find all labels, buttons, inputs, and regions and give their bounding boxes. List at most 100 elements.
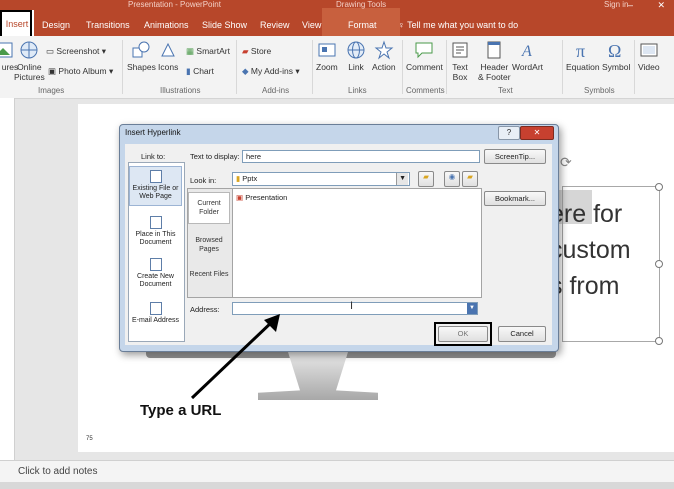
photo-album-button[interactable]: ▣ Photo Album ▾ — [48, 66, 113, 77]
browsed-pages-item[interactable]: Browsed Pages — [188, 236, 230, 254]
email-icon — [149, 302, 162, 315]
icons-button[interactable]: Icons — [158, 40, 178, 72]
comment-button[interactable]: Comment — [406, 40, 443, 72]
file-list[interactable] — [232, 188, 482, 298]
zoom-icon — [318, 43, 336, 57]
link-to-item-label: Existing File or Web Page — [132, 185, 179, 200]
tab-transitions[interactable]: Transitions — [86, 20, 130, 30]
new-document-icon — [149, 258, 162, 271]
comment-icon — [415, 42, 433, 59]
icons-icon — [161, 42, 175, 57]
folder-icon: ▮ — [236, 174, 241, 183]
header-footer-label: Header & Footer — [478, 62, 511, 82]
link-to-email[interactable]: E-mail Address — [129, 302, 182, 325]
web-page-icon — [149, 170, 162, 183]
link-to-place-in-document[interactable]: Place in This Document — [129, 216, 182, 247]
browse-file-button[interactable]: ▰ — [462, 171, 478, 187]
zoom-label: Zoom — [316, 62, 338, 72]
sign-in-link[interactable]: Sign in — [604, 0, 628, 9]
zoom-button[interactable]: Zoom — [316, 40, 338, 72]
my-addins-icon: ◆ — [242, 66, 249, 76]
resize-handle[interactable] — [655, 183, 663, 191]
store-button[interactable]: ▰ Store — [242, 46, 271, 57]
header-footer-icon — [487, 41, 501, 59]
omega-symbol-icon: Ω — [608, 41, 621, 60]
help-button[interactable]: ? — [498, 126, 520, 140]
photo-album-label: Photo Album — [58, 66, 107, 76]
text-box-icon — [452, 42, 468, 58]
equation-button[interactable]: π Equation — [566, 40, 600, 72]
group-add-ins: Add-ins — [262, 86, 290, 95]
ok-button-highlight — [434, 322, 492, 346]
slide-text-line: custom — [550, 236, 631, 264]
tab-design[interactable]: Design — [42, 20, 70, 30]
link-button[interactable]: Link — [346, 40, 366, 72]
look-in-value: Pptx — [242, 174, 258, 183]
smartart-icon: ▦ — [186, 46, 195, 56]
tab-view[interactable]: View — [302, 20, 321, 30]
symbol-button[interactable]: Ω Symbol — [602, 40, 630, 72]
video-button[interactable]: Video — [638, 40, 660, 72]
action-star-icon — [374, 40, 394, 60]
look-in-dropdown[interactable]: ▮ Pptx ▼ — [232, 172, 410, 186]
online-pictures-button[interactable]: Online Pictures — [14, 40, 45, 82]
shapes-icon — [132, 41, 150, 58]
online-pictures-icon — [20, 41, 38, 59]
header-footer-button[interactable]: Header & Footer — [478, 40, 511, 82]
slide-thumbnail-pane[interactable] — [0, 98, 15, 460]
window-controls[interactable]: – ✕ — [628, 0, 665, 11]
file-item[interactable]: ▣ Presentation — [236, 193, 287, 202]
close-icon[interactable]: ✕ — [658, 0, 666, 10]
current-folder-item[interactable]: Current Folder — [188, 192, 230, 224]
link-to-existing-file[interactable]: Existing File or Web Page — [129, 166, 182, 206]
wordart-button[interactable]: A WordArt — [512, 40, 543, 72]
ribbon-separator — [402, 40, 403, 94]
screentip-button[interactable]: ScreenTip... — [484, 149, 546, 164]
chart-icon: ▮ — [186, 66, 191, 76]
symbol-label: Symbol — [602, 62, 631, 72]
my-addins-button[interactable]: ◆ My Add-ins ▾ — [242, 66, 300, 77]
link-to-label: Link to: — [141, 152, 166, 161]
group-comments: Comments — [406, 86, 445, 95]
chevron-down-icon[interactable]: ▼ — [467, 303, 477, 314]
video-label: Video — [638, 62, 660, 72]
chart-label: Chart — [193, 66, 214, 76]
browse-web-button[interactable]: ◉ — [444, 171, 460, 187]
notes-pane[interactable] — [0, 460, 674, 483]
minimize-icon[interactable]: – — [628, 0, 633, 10]
tab-review[interactable]: Review — [260, 20, 290, 30]
resize-handle[interactable] — [655, 337, 663, 345]
rotate-handle-icon[interactable]: ⟳ — [560, 154, 572, 171]
tab-format[interactable]: Format — [348, 20, 377, 30]
text-to-display-input[interactable]: here — [242, 150, 480, 163]
context-group-label: Drawing Tools — [336, 0, 387, 9]
document-place-icon — [149, 216, 162, 229]
group-illustrations: Illustrations — [160, 86, 201, 95]
cancel-button[interactable]: Cancel — [498, 326, 546, 342]
smartart-button[interactable]: ▦ SmartArt — [186, 46, 230, 57]
resize-handle[interactable] — [655, 260, 663, 268]
recent-files-item[interactable]: Recent Files — [188, 270, 230, 279]
chart-button[interactable]: ▮ Chart — [186, 66, 214, 77]
look-in-label: Look in: — [190, 176, 217, 185]
dialog-close-button[interactable]: ✕ — [520, 126, 554, 140]
browse-folder-button[interactable]: ▰ — [418, 171, 434, 187]
screenshot-button[interactable]: ▭ Screenshot ▾ — [46, 46, 106, 57]
link-to-new-document[interactable]: Create New Document — [129, 258, 182, 289]
online-pictures-label: Online Pictures — [14, 62, 45, 82]
annotation-arrow-icon — [190, 314, 280, 400]
bookmark-button[interactable]: Bookmark... — [484, 191, 546, 206]
tell-me-box[interactable]: ♀ Tell me what you want to do — [398, 20, 518, 30]
action-button[interactable]: Action — [372, 40, 396, 72]
tab-slide-show[interactable]: Slide Show — [202, 20, 247, 30]
svg-text:Ω: Ω — [608, 41, 621, 60]
shapes-button[interactable]: Shapes — [127, 40, 156, 72]
tab-animations[interactable]: Animations — [144, 20, 189, 30]
text-box-button[interactable]: Text Box — [450, 40, 470, 82]
screenshot-icon: ▭ — [46, 46, 55, 56]
slide-text-line: ere for — [550, 200, 623, 228]
ribbon-separator — [446, 40, 447, 94]
folder-up-icon: ▰ — [423, 172, 429, 181]
chevron-down-icon[interactable]: ▼ — [396, 173, 408, 185]
shapes-label: Shapes — [127, 62, 156, 72]
